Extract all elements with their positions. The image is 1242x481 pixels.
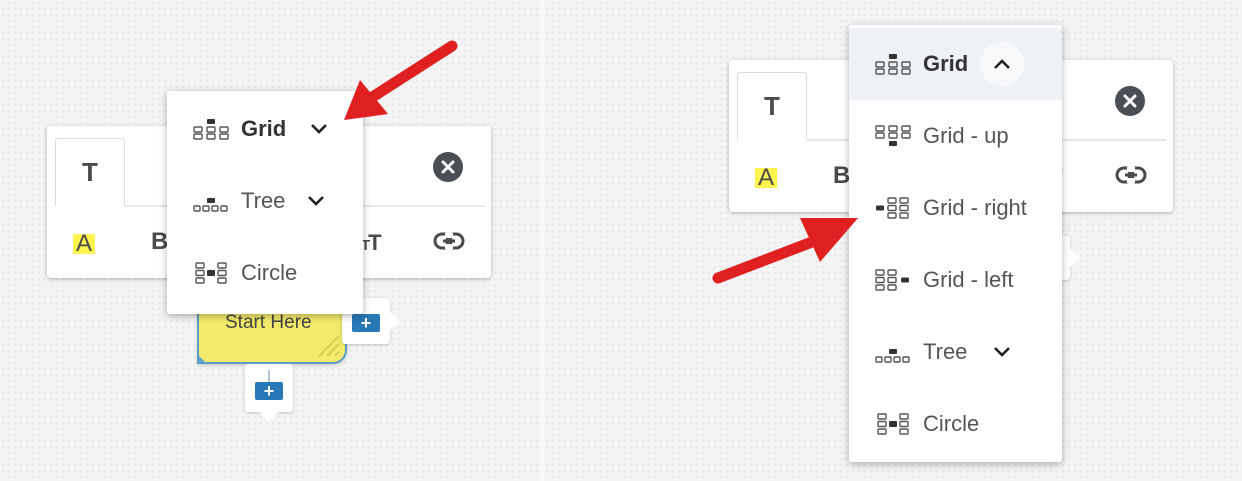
tree-layout-icon	[875, 349, 910, 363]
font-size-label: T	[368, 230, 382, 255]
handle-pointer-icon	[1068, 247, 1080, 269]
layout-option-label: Tree	[241, 188, 286, 213]
highlight-button[interactable]: A	[755, 164, 778, 192]
font-size-button[interactable]: TT	[361, 230, 382, 256]
text-tab-label: T	[764, 91, 780, 121]
right-panel: T A B T	[544, 0, 1242, 481]
layout-option-grid[interactable]: Grid	[849, 28, 1062, 100]
text-tab[interactable]: T	[737, 72, 807, 140]
layout-option-label: Grid	[241, 116, 287, 141]
circle-layout-icon	[877, 413, 909, 435]
layout-option-grid-right[interactable]: Grid - right	[849, 172, 1062, 244]
grid-right-icon	[876, 197, 909, 219]
plus-icon: +	[263, 381, 275, 401]
highlight-label: A	[755, 166, 778, 190]
add-child-below-button[interactable]: +	[255, 382, 283, 400]
layout-option-label: Grid - right	[923, 195, 1027, 220]
layout-option-label: Circle	[241, 260, 298, 285]
layout-option-label: Grid	[923, 51, 969, 76]
layout-option-label: Grid - up	[923, 123, 1009, 148]
plus-icon: +	[360, 313, 372, 333]
layout-option-label: Tree	[923, 339, 968, 364]
add-child-right-button[interactable]: +	[352, 314, 380, 332]
layout-option-label: Circle	[923, 411, 980, 436]
link-button[interactable]	[433, 230, 465, 258]
layout-option-grid-up[interactable]: Grid - up	[849, 100, 1062, 172]
text-tab-label: T	[82, 157, 98, 187]
tree-layout-icon	[193, 198, 228, 212]
grid-layout-icon	[875, 54, 911, 75]
start-node-label: Start Here	[225, 312, 312, 333]
add-below-handle[interactable]: +	[245, 364, 293, 422]
layout-option-tree[interactable]: Tree	[849, 316, 1062, 388]
layout-option-tree[interactable]: Tree	[167, 165, 363, 237]
close-icon	[441, 160, 455, 174]
layout-option-circle[interactable]: Circle	[167, 237, 363, 309]
link-button[interactable]	[1115, 164, 1147, 192]
highlight-button[interactable]: A	[73, 230, 96, 258]
node-corner-icon	[197, 354, 207, 364]
layout-option-label: Grid - left	[923, 267, 1014, 292]
bold-label: B	[151, 228, 169, 255]
bold-button[interactable]: B	[151, 228, 168, 256]
grid-up-icon	[875, 125, 911, 146]
resize-handle-icon[interactable]	[315, 332, 341, 358]
layout-option-circle[interactable]: Circle	[849, 388, 1062, 460]
handle-pointer-icon	[258, 410, 280, 422]
collapse-button[interactable]	[980, 42, 1025, 86]
link-icon	[1115, 166, 1147, 184]
chevron-down-icon[interactable]	[310, 123, 328, 135]
layout-dropdown: Grid Grid - up Grid - right Grid - left …	[849, 25, 1062, 462]
bold-button[interactable]: B	[833, 162, 850, 190]
layout-option-grid-left[interactable]: Grid - left	[849, 244, 1062, 316]
grid-left-icon	[875, 269, 909, 291]
close-button[interactable]	[433, 152, 463, 182]
left-panel: T A B TT Start Here + + Grid Tree Circle	[0, 0, 540, 481]
text-tab[interactable]: T	[55, 138, 125, 206]
grid-layout-icon	[193, 119, 229, 140]
chevron-up-icon	[994, 59, 1011, 69]
close-button[interactable]	[1115, 86, 1145, 116]
highlight-label: A	[73, 232, 96, 256]
close-icon	[1123, 94, 1137, 108]
chevron-down-icon[interactable]	[307, 195, 325, 207]
circle-layout-icon	[195, 262, 227, 284]
annotation-arrow	[712, 218, 858, 284]
chevron-down-icon[interactable]	[993, 346, 1011, 358]
handle-pointer-icon	[388, 310, 400, 332]
annotation-arrow	[344, 40, 458, 120]
bold-label: B	[833, 162, 851, 189]
link-icon	[433, 232, 465, 250]
